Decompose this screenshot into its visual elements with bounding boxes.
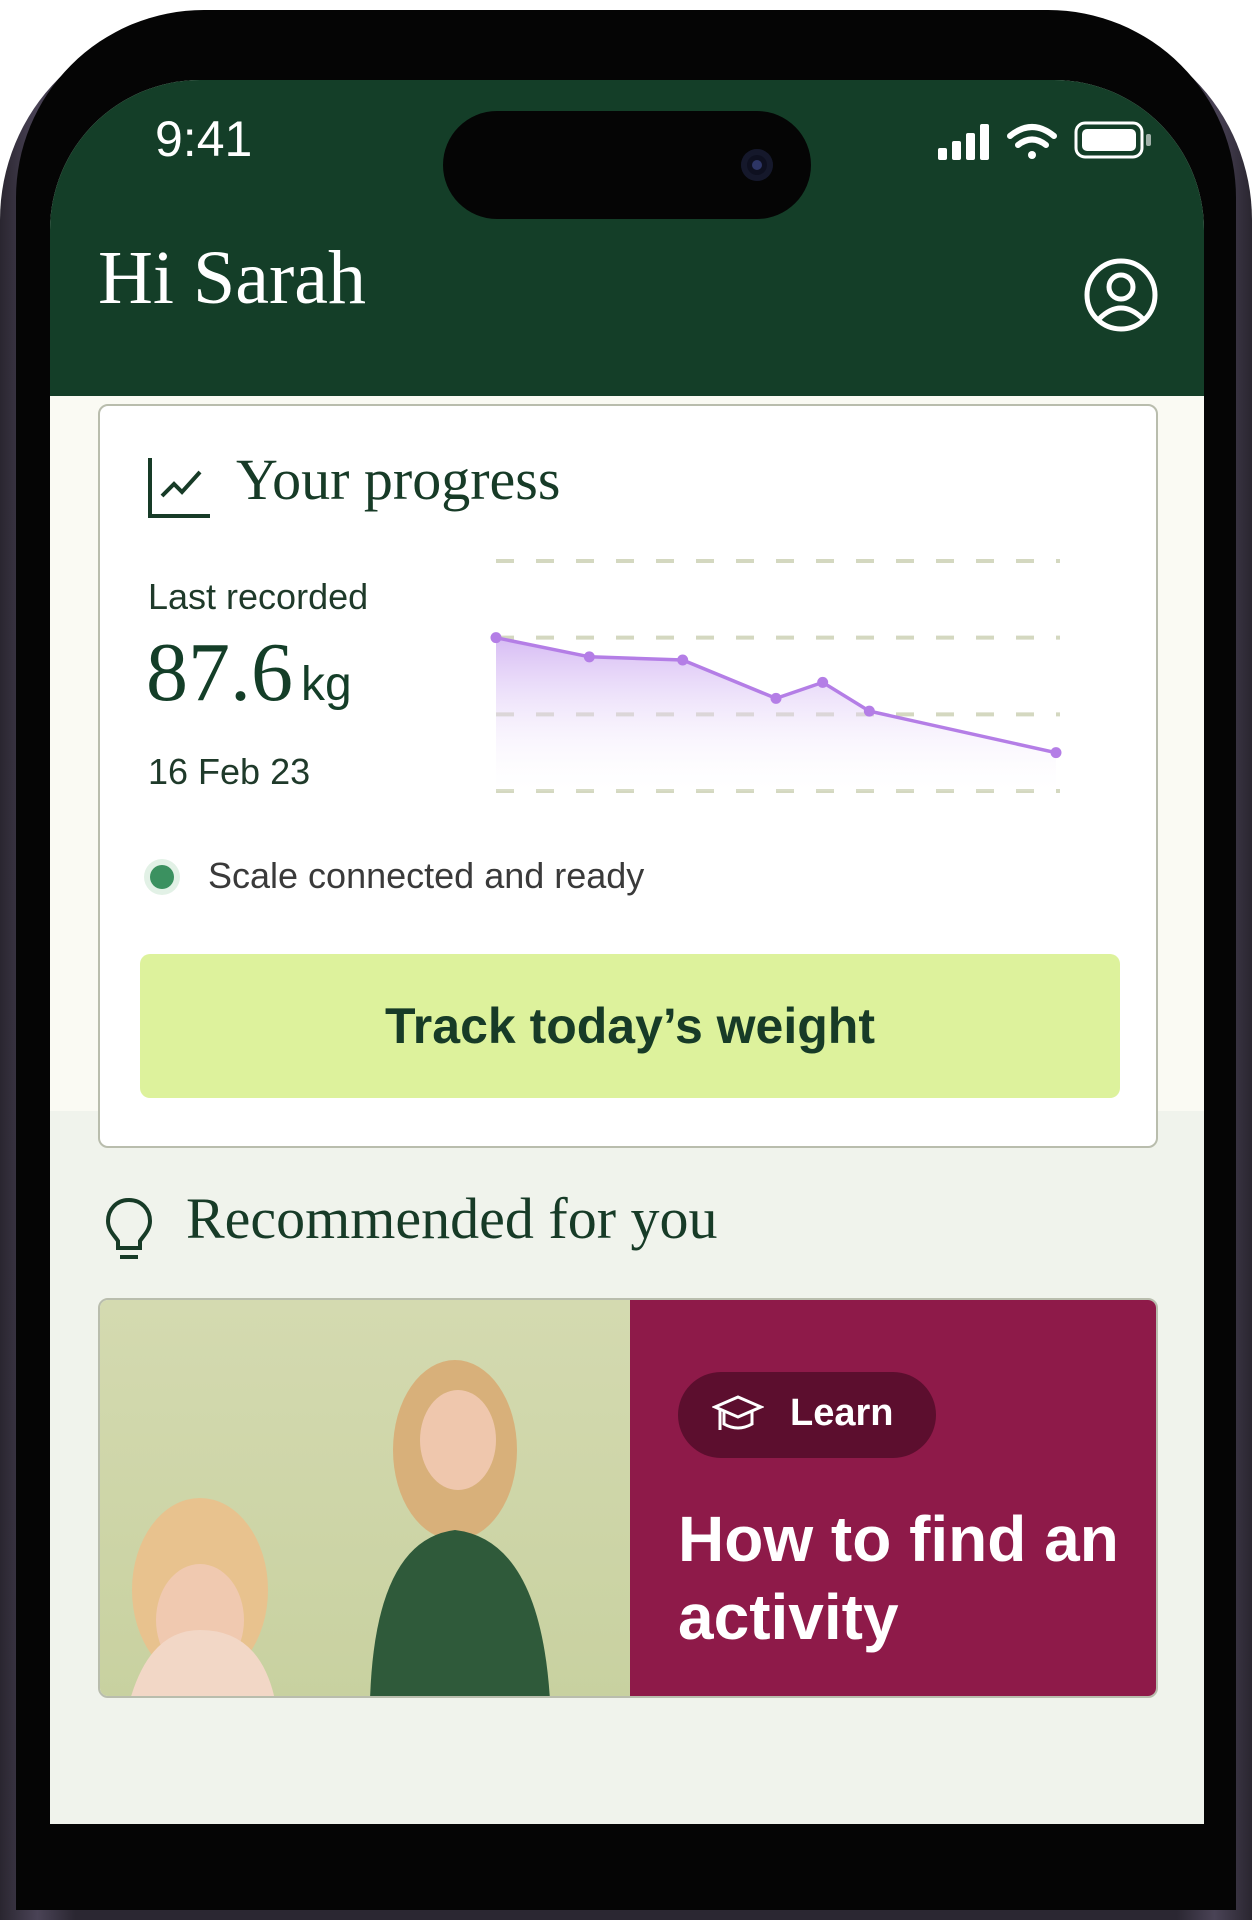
chart-point (770, 692, 782, 704)
progress-card: Your progress Last recorded 87.6 kg 16 Fe… (98, 404, 1158, 1148)
chart-point (817, 676, 829, 688)
wifi-icon (1007, 124, 1057, 159)
battery-icon (1074, 121, 1151, 159)
chart-area (496, 637, 1056, 791)
article-headline: How to find an activity (678, 1503, 1119, 1654)
last-recorded-label: Last recorded (148, 576, 369, 617)
weight-chart (490, 559, 1062, 793)
recommended-title: Recommended for you (186, 1186, 718, 1251)
weight-value: 87.6 (146, 626, 293, 719)
track-weight-button[interactable]: Track today’s weight (140, 954, 1120, 1098)
chart-point (677, 654, 689, 666)
chart-point (490, 632, 502, 644)
status-time: 9:41 (155, 111, 253, 167)
learn-badge: Learn (678, 1372, 936, 1458)
line-chart-icon (148, 458, 210, 518)
app-header: 9:41 Hi Sarah (50, 80, 1204, 396)
dynamic-island (443, 111, 811, 219)
lightbulb-icon (105, 1197, 153, 1259)
app-screen: 9:41 Hi Sarah Your progress Last recorde… (50, 80, 1204, 1824)
learn-label: Learn (790, 1392, 894, 1434)
status-dot (150, 865, 174, 889)
chart-point (1050, 747, 1062, 759)
article-panel: Learn How to find an activity (630, 1300, 1156, 1696)
user-circle-icon[interactable] (1083, 257, 1159, 333)
weight-unit: kg (301, 658, 352, 711)
graduation-cap-icon (712, 1395, 764, 1430)
camera-icon (741, 149, 773, 181)
article-photo (100, 1300, 630, 1696)
recommended-card[interactable]: Learn How to find an activity (98, 1298, 1158, 1698)
chart-point (863, 705, 875, 717)
status-icons (938, 121, 1151, 160)
people-illustration (131, 1360, 550, 1696)
chart-point (583, 651, 595, 663)
recorded-date: 16 Feb 23 (148, 751, 311, 792)
weight-reading: 87.6 kg (146, 631, 352, 715)
signal-icon (938, 124, 989, 160)
card-title: Your progress (236, 447, 561, 512)
status-text: Scale connected and ready (208, 855, 645, 896)
greeting-title: Hi Sarah (98, 236, 367, 320)
